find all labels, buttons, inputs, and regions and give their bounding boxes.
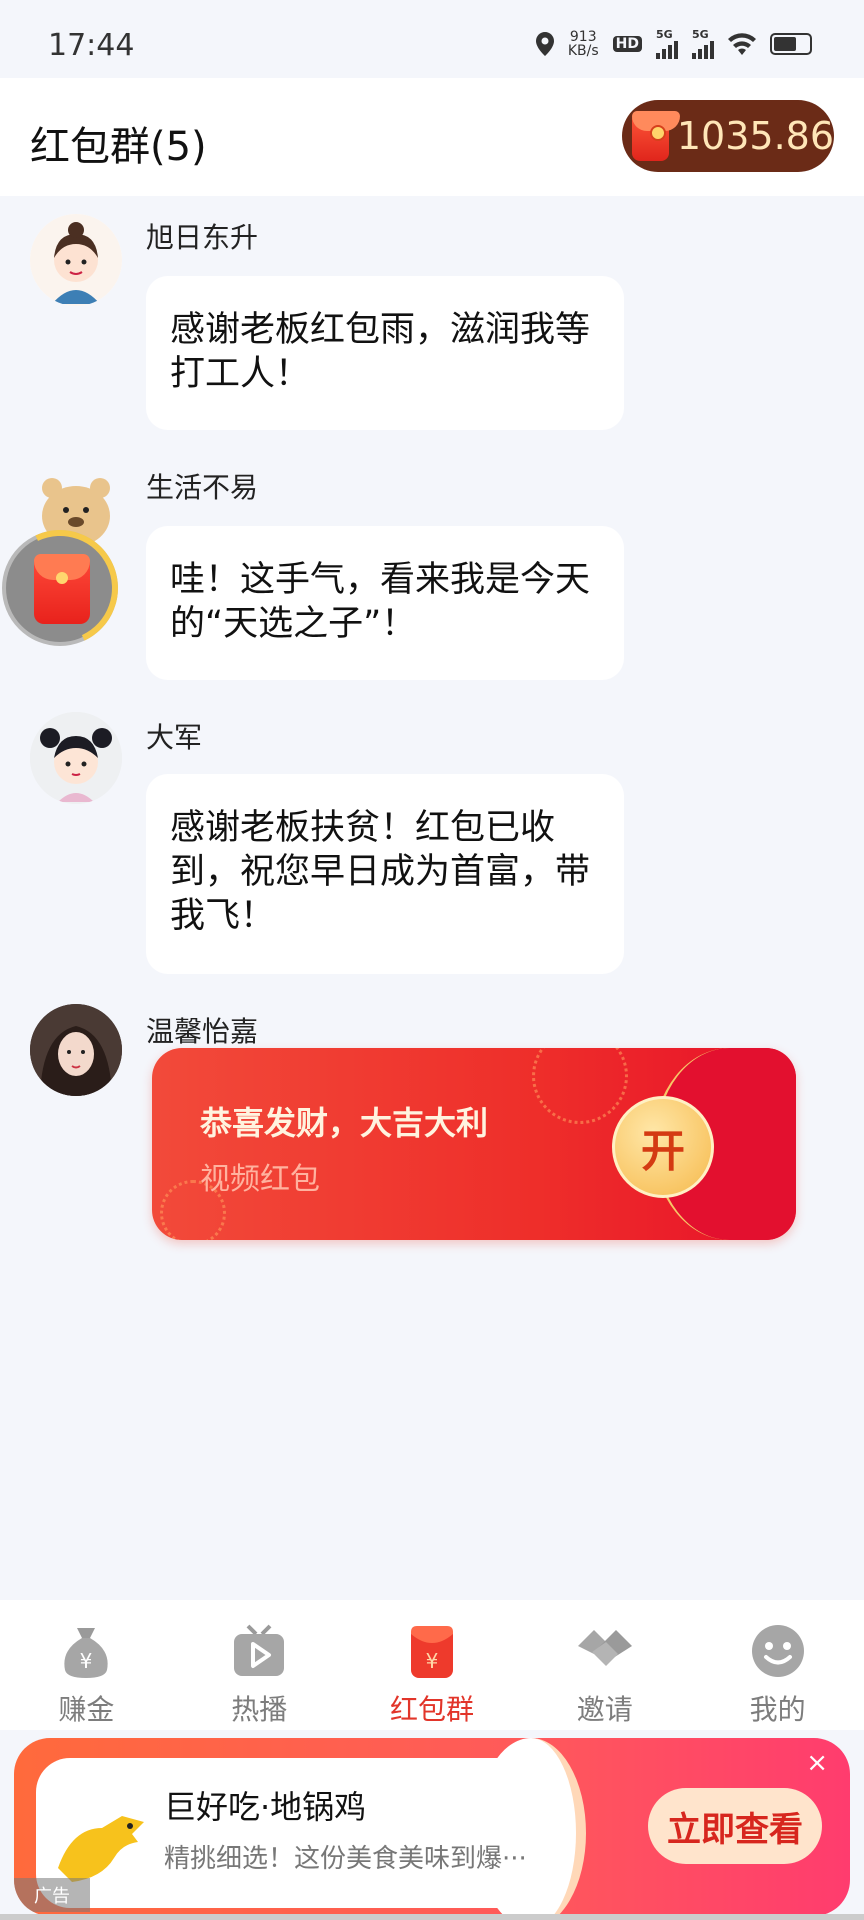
nav-label: 赚金 xyxy=(58,1693,115,1726)
ad-banner[interactable]: 巨好吃·地锅鸡 精挑细选！这份美食美味到爆··· 立即查看 × 广告 xyxy=(14,1738,850,1916)
signal-bars-icon xyxy=(656,41,678,59)
balance-value: 1035.86 xyxy=(676,114,834,158)
sender-name: 旭日东升 xyxy=(146,221,259,254)
message-bubble[interactable]: 感谢老板扶贫！红包已收到，祝您早日成为首富，带我飞！ xyxy=(146,774,624,974)
balance-button[interactable]: 1035.86 xyxy=(622,100,834,172)
location-icon xyxy=(535,31,554,56)
net-label-2: 5G xyxy=(692,28,709,41)
bottom-nav: ¥ 赚金 热播 ¥ 红包群 邀请 我的 xyxy=(0,1600,864,1730)
net-label-1: 5G xyxy=(656,28,673,41)
nav-label: 热播 xyxy=(231,1693,288,1726)
header: 红包群(5) 1035.86 xyxy=(0,78,864,196)
avatar[interactable] xyxy=(30,214,122,306)
battery-icon xyxy=(770,32,812,55)
ad-progress-bar xyxy=(0,1914,864,1920)
nav-item-earn[interactable]: ¥ 赚金 xyxy=(0,1600,173,1730)
signal-bars-icon xyxy=(692,41,714,59)
status-bar: 17:44 913 KB/s HD 5G 5G xyxy=(0,0,864,78)
avatar-girl-icon xyxy=(30,214,122,306)
nav-label: 邀请 xyxy=(576,1693,633,1726)
ad-tag-label: 广告 xyxy=(34,1886,70,1907)
message-bubble[interactable]: 感谢老板红包雨，滋润我等打工人！ xyxy=(146,276,624,430)
nav-item-red-packet-group[interactable]: ¥ 红包群 xyxy=(346,1600,519,1730)
sender-name: 温馨怡嘉 xyxy=(146,1015,259,1048)
ad-description: 精挑细选！这份美食美味到爆··· xyxy=(164,1844,527,1874)
nav-label: 我的 xyxy=(749,1693,806,1726)
signal-1: 5G xyxy=(656,28,678,59)
message-bubble[interactable]: 哇！这手气，看来我是今天的“天选之子”！ xyxy=(146,526,624,680)
nav-label: 红包群 xyxy=(389,1693,474,1726)
svg-text:¥: ¥ xyxy=(426,1649,439,1673)
kangaroo-logo-icon xyxy=(58,1816,144,1882)
avatar[interactable] xyxy=(30,712,122,804)
status-icons: 913 KB/s HD 5G 5G xyxy=(535,28,812,59)
page-title: 红包群(5) xyxy=(30,124,207,170)
handshake-icon xyxy=(577,1630,632,1666)
ad-cta-button[interactable]: 立即查看 xyxy=(648,1788,822,1864)
red-envelope-icon xyxy=(632,111,680,161)
nav-item-invite[interactable]: 邀请 xyxy=(518,1600,691,1730)
svg-text:¥: ¥ xyxy=(80,1649,93,1673)
nav-item-mine[interactable]: 我的 xyxy=(691,1600,864,1730)
close-icon[interactable]: × xyxy=(806,1748,828,1778)
red-packet-card[interactable]: 恭喜发财，大吉大利 视频红包 开 xyxy=(152,1048,796,1240)
ad-title: 巨好吃·地锅鸡 xyxy=(164,1788,367,1826)
sender-name: 大军 xyxy=(146,721,203,754)
red-envelope-icon: ¥ xyxy=(410,1626,453,1678)
play-icon xyxy=(234,1624,285,1676)
signal-2: 5G xyxy=(692,28,714,59)
avatar[interactable] xyxy=(30,1004,122,1096)
packet-subtitle: 视频红包 xyxy=(200,1162,320,1197)
red-envelope-icon xyxy=(34,554,90,624)
avatar-girl-buns-icon xyxy=(30,712,122,804)
firework-decoration xyxy=(532,1048,628,1124)
red-packet-group-screen: 17:44 913 KB/s HD 5G 5G 红包群(5) 1035.86 旭… xyxy=(0,0,864,1920)
floating-red-packet-widget[interactable] xyxy=(0,513,135,663)
nav-item-hot[interactable]: 热播 xyxy=(173,1600,346,1730)
ad-tag: 广告 xyxy=(14,1878,90,1912)
open-packet-button[interactable]: 开 xyxy=(612,1096,714,1198)
network-speed-value: 913 xyxy=(569,28,597,45)
network-speed-unit: KB/s xyxy=(567,42,599,59)
wifi-icon xyxy=(728,32,756,55)
money-bag-icon: ¥ xyxy=(64,1628,109,1678)
smiley-icon xyxy=(751,1625,804,1677)
packet-title: 恭喜发财，大吉大利 xyxy=(200,1104,489,1142)
status-time: 17:44 xyxy=(48,28,135,63)
hd-icon: HD xyxy=(612,35,642,52)
sender-name: 生活不易 xyxy=(146,471,259,504)
avatar-photo-icon xyxy=(30,1004,122,1096)
network-speed: 913 KB/s xyxy=(568,30,599,58)
